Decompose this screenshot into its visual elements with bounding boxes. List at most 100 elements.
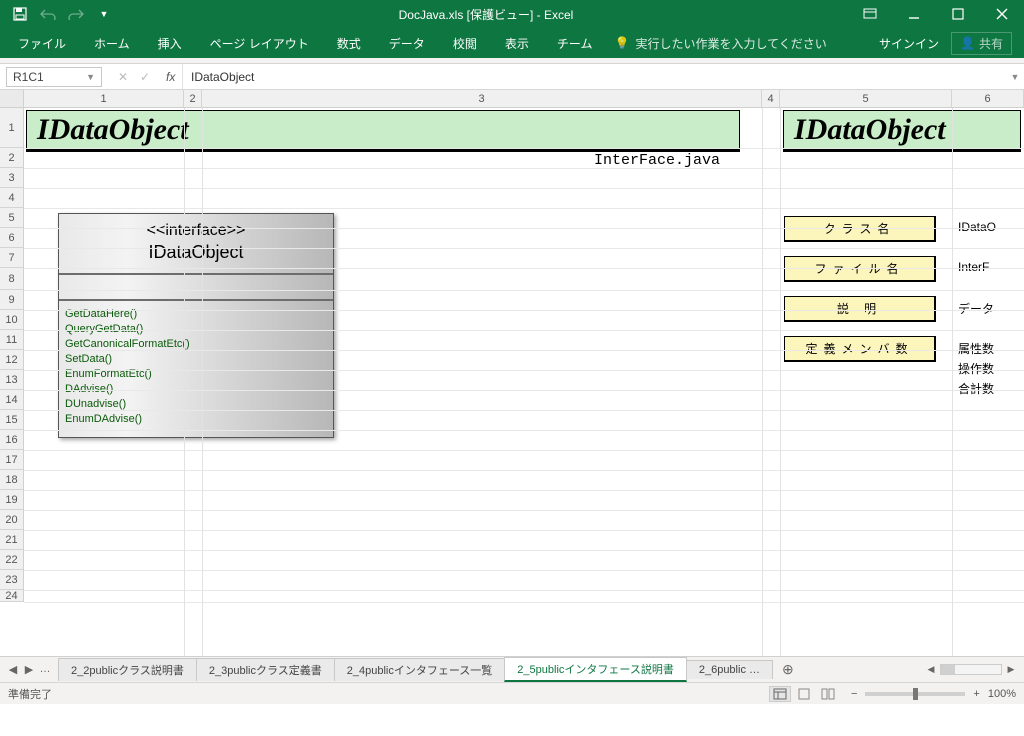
col-header[interactable]: 3	[202, 90, 762, 107]
formula-expand-button[interactable]: ▼	[1006, 72, 1024, 82]
row-header[interactable]: 12	[0, 350, 23, 370]
formula-input[interactable]: IDataObject	[183, 70, 1006, 84]
label-members: 定義メンバ数	[784, 336, 936, 362]
titlebar: ▼ DocJava.xls [保護ビュー] - Excel	[0, 0, 1024, 28]
cancel-formula-button[interactable]: ✕	[114, 70, 132, 84]
sheet-tab[interactable]: 2_6public …	[686, 660, 773, 679]
row-header[interactable]: 2	[0, 148, 23, 168]
window-controls	[848, 0, 1024, 28]
col-header[interactable]: 4	[762, 90, 780, 107]
view-pagebreak-button[interactable]	[817, 686, 839, 702]
title-cell-idataobject: IDataObject	[26, 110, 740, 152]
row-header[interactable]: 5	[0, 208, 23, 228]
zoom-in-button[interactable]: +	[973, 688, 979, 700]
row-header[interactable]: 1	[0, 108, 23, 148]
name-box[interactable]: R1C1 ▼	[6, 67, 102, 87]
col-header[interactable]: 5	[780, 90, 952, 107]
sheet-tab[interactable]: 2_3publicクラス定義書	[196, 658, 335, 681]
scroll-track[interactable]	[940, 664, 1002, 675]
tell-me-placeholder: 実行したい作業を入力してください	[635, 35, 826, 52]
label-description: 説 明	[784, 296, 936, 322]
ribbon-tabs: ファイル ホーム 挿入 ページ レイアウト 数式 データ 校閲 表示 チーム 💡…	[0, 28, 1024, 58]
status-bar: 準備完了 − + 100%	[0, 682, 1024, 704]
title-cell-idataobject-2: IDataObject	[783, 110, 1021, 152]
tab-data[interactable]: データ	[375, 28, 439, 58]
row-header[interactable]: 14	[0, 390, 23, 410]
value-ops-count: 操作数	[958, 360, 994, 377]
signin-link[interactable]: サインイン	[879, 35, 939, 52]
label-filename: ファイル名	[784, 256, 936, 282]
tab-view[interactable]: 表示	[491, 28, 543, 58]
value-filename: InterF	[958, 260, 989, 274]
select-all-corner[interactable]	[0, 90, 24, 107]
row-headers: 123456789101112131415161718192021222324	[0, 108, 24, 602]
uml-header: <<interface>> IDataObject	[59, 214, 333, 275]
label-classname: クラス名	[784, 216, 936, 242]
row-header[interactable]: 16	[0, 430, 23, 450]
value-attr-count: 属性数	[958, 340, 994, 357]
row-header[interactable]: 22	[0, 550, 23, 570]
tab-file[interactable]: ファイル	[4, 28, 80, 58]
tab-layout[interactable]: ページ レイアウト	[196, 28, 323, 58]
view-normal-button[interactable]	[769, 686, 791, 702]
close-button[interactable]	[980, 0, 1024, 28]
sheet-nav-next[interactable]: ▶	[22, 663, 36, 676]
formula-buttons: ✕ ✓ fx	[108, 64, 183, 89]
row-header[interactable]: 3	[0, 168, 23, 188]
row-header[interactable]: 15	[0, 410, 23, 430]
value-description: データ	[958, 300, 994, 317]
uml-attributes	[59, 275, 333, 301]
maximize-button[interactable]	[936, 0, 980, 28]
col-header[interactable]: 1	[24, 90, 184, 107]
row-header[interactable]: 4	[0, 188, 23, 208]
col-header[interactable]: 2	[184, 90, 202, 107]
sheet-tab[interactable]: 2_4publicインタフェース一覧	[334, 658, 506, 681]
sheet-tab[interactable]: 2_2publicクラス説明書	[58, 658, 197, 681]
row-header[interactable]: 9	[0, 290, 23, 310]
spreadsheet-grid: 1 2 3 4 5 6 1234567891011121314151617181…	[0, 90, 1024, 656]
tab-home[interactable]: ホーム	[80, 28, 144, 58]
row-header[interactable]: 6	[0, 228, 23, 248]
add-sheet-button[interactable]: ⊕	[772, 661, 804, 678]
tell-me-search[interactable]: 💡 実行したい作業を入力してください	[614, 35, 826, 52]
row-header[interactable]: 24	[0, 590, 23, 602]
zoom-out-button[interactable]: −	[851, 688, 857, 700]
enter-formula-button[interactable]: ✓	[136, 70, 154, 84]
share-label: 共有	[979, 35, 1003, 52]
tab-team[interactable]: チーム	[543, 28, 607, 58]
sheet-nav-more[interactable]: …	[38, 663, 52, 676]
row-header[interactable]: 13	[0, 370, 23, 390]
col-header[interactable]: 6	[952, 90, 1024, 107]
horizontal-scrollbar[interactable]: ◀ ▶	[918, 664, 1024, 675]
zoom-value[interactable]: 100%	[988, 688, 1016, 700]
row-header[interactable]: 11	[0, 330, 23, 350]
zoom-slider[interactable]	[865, 692, 965, 696]
scroll-right-icon[interactable]: ▶	[1004, 664, 1018, 675]
save-button[interactable]	[8, 2, 32, 26]
tab-insert[interactable]: 挿入	[144, 28, 196, 58]
undo-button[interactable]	[36, 2, 60, 26]
tab-formula[interactable]: 数式	[323, 28, 375, 58]
row-header[interactable]: 21	[0, 530, 23, 550]
row-header[interactable]: 8	[0, 268, 23, 290]
tab-review[interactable]: 校閲	[439, 28, 491, 58]
redo-button[interactable]	[64, 2, 88, 26]
row-header[interactable]: 7	[0, 248, 23, 268]
scroll-left-icon[interactable]: ◀	[924, 664, 938, 675]
row-header[interactable]: 10	[0, 310, 23, 330]
share-button[interactable]: 👤 共有	[951, 32, 1012, 55]
qat-customize-button[interactable]: ▼	[92, 2, 116, 26]
uml-name: IDataObject	[63, 242, 329, 263]
ribbon-display-button[interactable]	[848, 0, 892, 28]
view-pagelayout-button[interactable]	[793, 686, 815, 702]
minimize-button[interactable]	[892, 0, 936, 28]
cells-area[interactable]: IDataObject IDataObject InterFace.java <…	[24, 108, 1024, 656]
row-header[interactable]: 17	[0, 450, 23, 470]
row-header[interactable]: 18	[0, 470, 23, 490]
row-header[interactable]: 23	[0, 570, 23, 590]
fx-button[interactable]: fx	[158, 70, 176, 84]
sheet-nav-prev[interactable]: ◀	[6, 663, 20, 676]
row-header[interactable]: 20	[0, 510, 23, 530]
row-header[interactable]: 19	[0, 490, 23, 510]
sheet-tab-active[interactable]: 2_5publicインタフェース説明書	[504, 657, 687, 682]
